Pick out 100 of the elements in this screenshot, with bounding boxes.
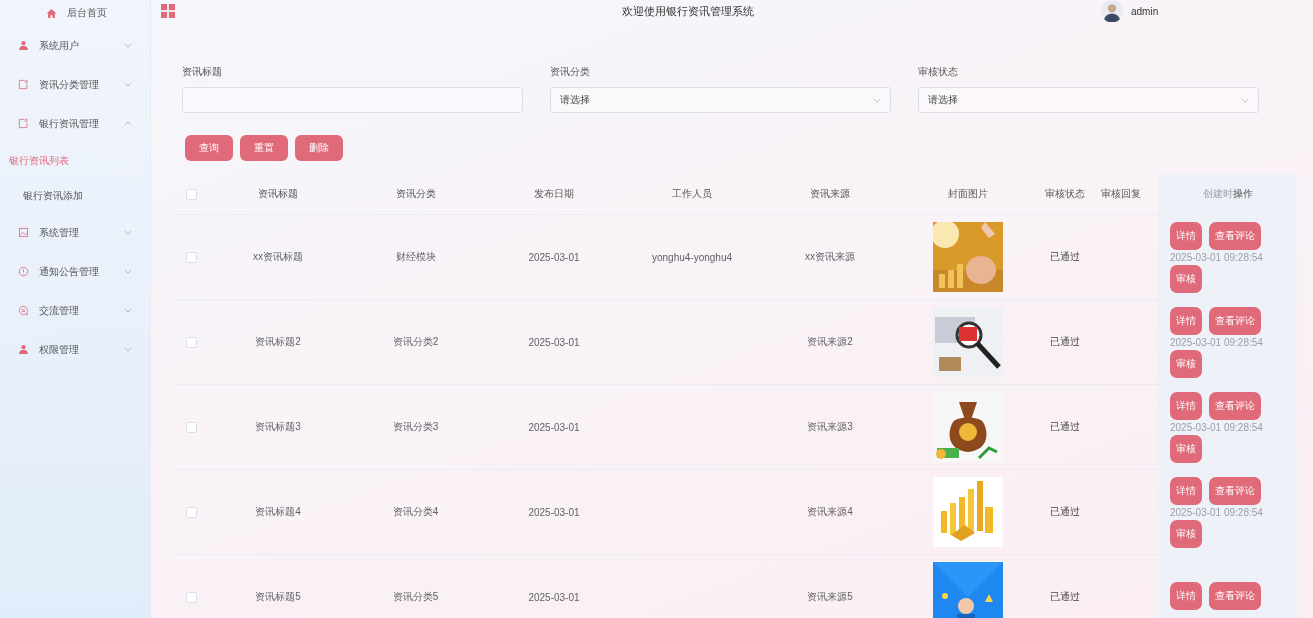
status-text: 已通过 (1050, 505, 1080, 519)
row-action-button[interactable]: 查看评论 (1209, 306, 1261, 335)
table-cell: 财经模块 (395, 250, 436, 264)
table-cell: 2025-03-01 (528, 506, 580, 518)
action-button[interactable]: 重置 (240, 135, 288, 161)
field-label: 资讯标题 (182, 65, 223, 79)
row-action-button[interactable]: 审核 (1170, 519, 1202, 548)
table-cell: xx资讯来源 (805, 250, 855, 264)
created-time: 2025-03-01 09:28:54 (1170, 336, 1263, 348)
image-icon (18, 227, 29, 238)
chevron-down-icon (124, 82, 132, 87)
row-action-button[interactable]: 详情 (1170, 476, 1202, 505)
column-header: 封面图片 (948, 187, 988, 201)
table-cell: xx资讯标题 (253, 250, 303, 264)
table-cell: 资讯标题5 (255, 590, 301, 604)
column-header: 资讯分类 (395, 187, 436, 201)
submenu-item[interactable]: 银行资讯列表 (0, 143, 150, 178)
table-cell: 2025-03-01 (528, 336, 580, 348)
document-icon (18, 118, 29, 129)
table-cell: 资讯分类3 (392, 420, 439, 434)
status-text: 已通过 (1050, 335, 1080, 349)
created-time: 2025-03-01 09:28:54 (1170, 421, 1263, 433)
row-action-button[interactable]: 审核 (1170, 264, 1202, 293)
submenu-item[interactable]: 银行资讯添加 (0, 178, 150, 213)
chevron-down-icon (124, 269, 132, 274)
row-action-button[interactable]: 查看评论 (1209, 476, 1261, 505)
user-icon (18, 344, 29, 355)
table-cell: 资讯标题4 (255, 505, 301, 519)
username: admin (1131, 5, 1159, 17)
chevron-down-icon (124, 230, 132, 235)
column-header: 操作 (1232, 187, 1253, 201)
status-text: 已通过 (1050, 420, 1080, 434)
column-header: 资讯来源 (810, 187, 850, 201)
table-cell: 资讯分类4 (392, 505, 439, 519)
table-cell: yonghu4-yonghu4 (651, 251, 733, 263)
table-cell: 资讯来源4 (807, 505, 853, 519)
table-cell: 资讯来源2 (807, 335, 853, 349)
chevron-down-icon (124, 347, 132, 352)
sidebar-item[interactable]: 后台首页 (0, 0, 150, 26)
sidebar-item[interactable]: 系统用户 (0, 26, 150, 65)
table-cell: 2025-03-01 (528, 421, 580, 433)
table-cell: 资讯分类5 (392, 590, 439, 604)
sidebar-item[interactable]: 通知公告管理 (0, 252, 150, 291)
chevron-down-icon (124, 43, 132, 48)
chevron-down-icon (124, 308, 132, 313)
status-text: 已通过 (1050, 250, 1080, 264)
home-icon (46, 7, 57, 19)
table-cell: 资讯来源3 (807, 420, 853, 434)
document-icon (18, 79, 29, 90)
sidebar-item[interactable]: 资讯分类管理 (0, 65, 150, 104)
chevron-down-icon (873, 97, 881, 103)
user-icon (18, 40, 29, 51)
row-action-button[interactable]: 审核 (1170, 349, 1202, 378)
row-action-button[interactable]: 详情 (1170, 391, 1202, 420)
checkbox[interactable] (185, 591, 197, 603)
row-action-button[interactable]: 审核 (1170, 434, 1202, 463)
page-title: 欢迎使用银行资讯管理系统 (621, 3, 755, 19)
action-button[interactable]: 删除 (295, 135, 343, 161)
created-time: 2025-03-01 09:28:54 (1170, 251, 1263, 263)
action-button[interactable]: 查询 (185, 135, 233, 161)
table-cell: 资讯分类2 (392, 335, 439, 349)
row-action-button[interactable]: 详情 (1170, 221, 1202, 250)
row-action-button[interactable]: 查看评论 (1209, 221, 1261, 250)
status-text: 已通过 (1050, 590, 1080, 604)
avatar-icon[interactable] (1101, 0, 1123, 22)
table-cell: 资讯来源5 (807, 590, 853, 604)
row-action-button[interactable]: 详情 (1170, 582, 1202, 610)
chat-icon (18, 305, 29, 316)
row-action-button[interactable]: 详情 (1170, 306, 1202, 335)
select-field[interactable]: 请选择 (918, 87, 1259, 113)
checkbox[interactable] (185, 336, 197, 348)
sidebar-item[interactable]: 权限管理 (0, 330, 150, 369)
chevron-up-icon (124, 121, 132, 126)
table-cell: 2025-03-01 (528, 251, 580, 263)
sidebar-item[interactable]: 系统管理 (0, 213, 150, 252)
table-cell: 资讯标题2 (255, 335, 301, 349)
grid-icon[interactable] (161, 4, 175, 18)
checkbox[interactable] (185, 421, 197, 433)
checkbox[interactable] (185, 251, 197, 263)
checkbox[interactable] (185, 506, 197, 518)
column-header: 工作人员 (672, 187, 712, 201)
field-label: 资讯分类 (550, 65, 591, 79)
chevron-down-icon (1241, 97, 1249, 103)
table-cell: 资讯标题3 (255, 420, 301, 434)
field-label: 审核状态 (918, 65, 959, 79)
row-action-button[interactable]: 查看评论 (1209, 582, 1261, 610)
select-field[interactable]: 请选择 (550, 87, 891, 113)
input-field[interactable] (182, 87, 523, 113)
alert-icon (18, 266, 29, 277)
column-header: 创建时 (1202, 187, 1233, 201)
column-header: 发布日期 (534, 187, 574, 201)
created-time: 2025-03-01 09:28:54 (1170, 506, 1263, 518)
sidebar-item[interactable]: 银行资讯管理 (0, 104, 150, 143)
column-header: 审核回复 (1100, 187, 1141, 201)
checkbox[interactable] (185, 188, 197, 200)
table-cell: 2025-03-01 (528, 591, 580, 603)
column-header: 审核状态 (1045, 187, 1085, 201)
column-header: 资讯标题 (258, 187, 298, 201)
row-action-button[interactable]: 查看评论 (1209, 391, 1261, 420)
sidebar-item[interactable]: 交流管理 (0, 291, 150, 330)
